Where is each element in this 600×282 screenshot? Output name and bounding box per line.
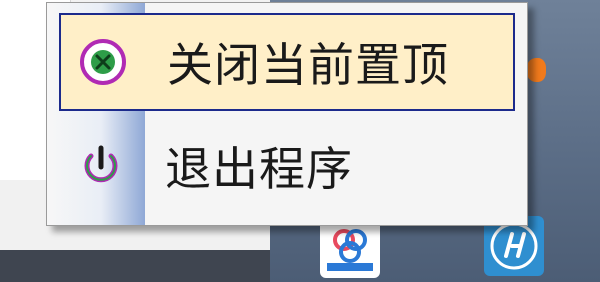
menu-item-exit-program[interactable]: 退出程序	[59, 117, 515, 215]
power-icon	[59, 124, 143, 208]
hp-logo-icon	[490, 222, 538, 270]
menu-item-close-topmost[interactable]: 关闭当前置顶	[59, 13, 515, 111]
app-logo-icon	[327, 229, 373, 271]
tray-context-menu: 关闭当前置顶 退出程序	[46, 2, 528, 226]
close-circle-icon	[61, 20, 145, 104]
app-tray-icon[interactable]	[320, 218, 380, 278]
menu-item-label: 退出程序	[165, 142, 353, 196]
menu-item-label: 关闭当前置顶	[167, 38, 449, 92]
tray-orange-icon[interactable]	[526, 58, 546, 82]
